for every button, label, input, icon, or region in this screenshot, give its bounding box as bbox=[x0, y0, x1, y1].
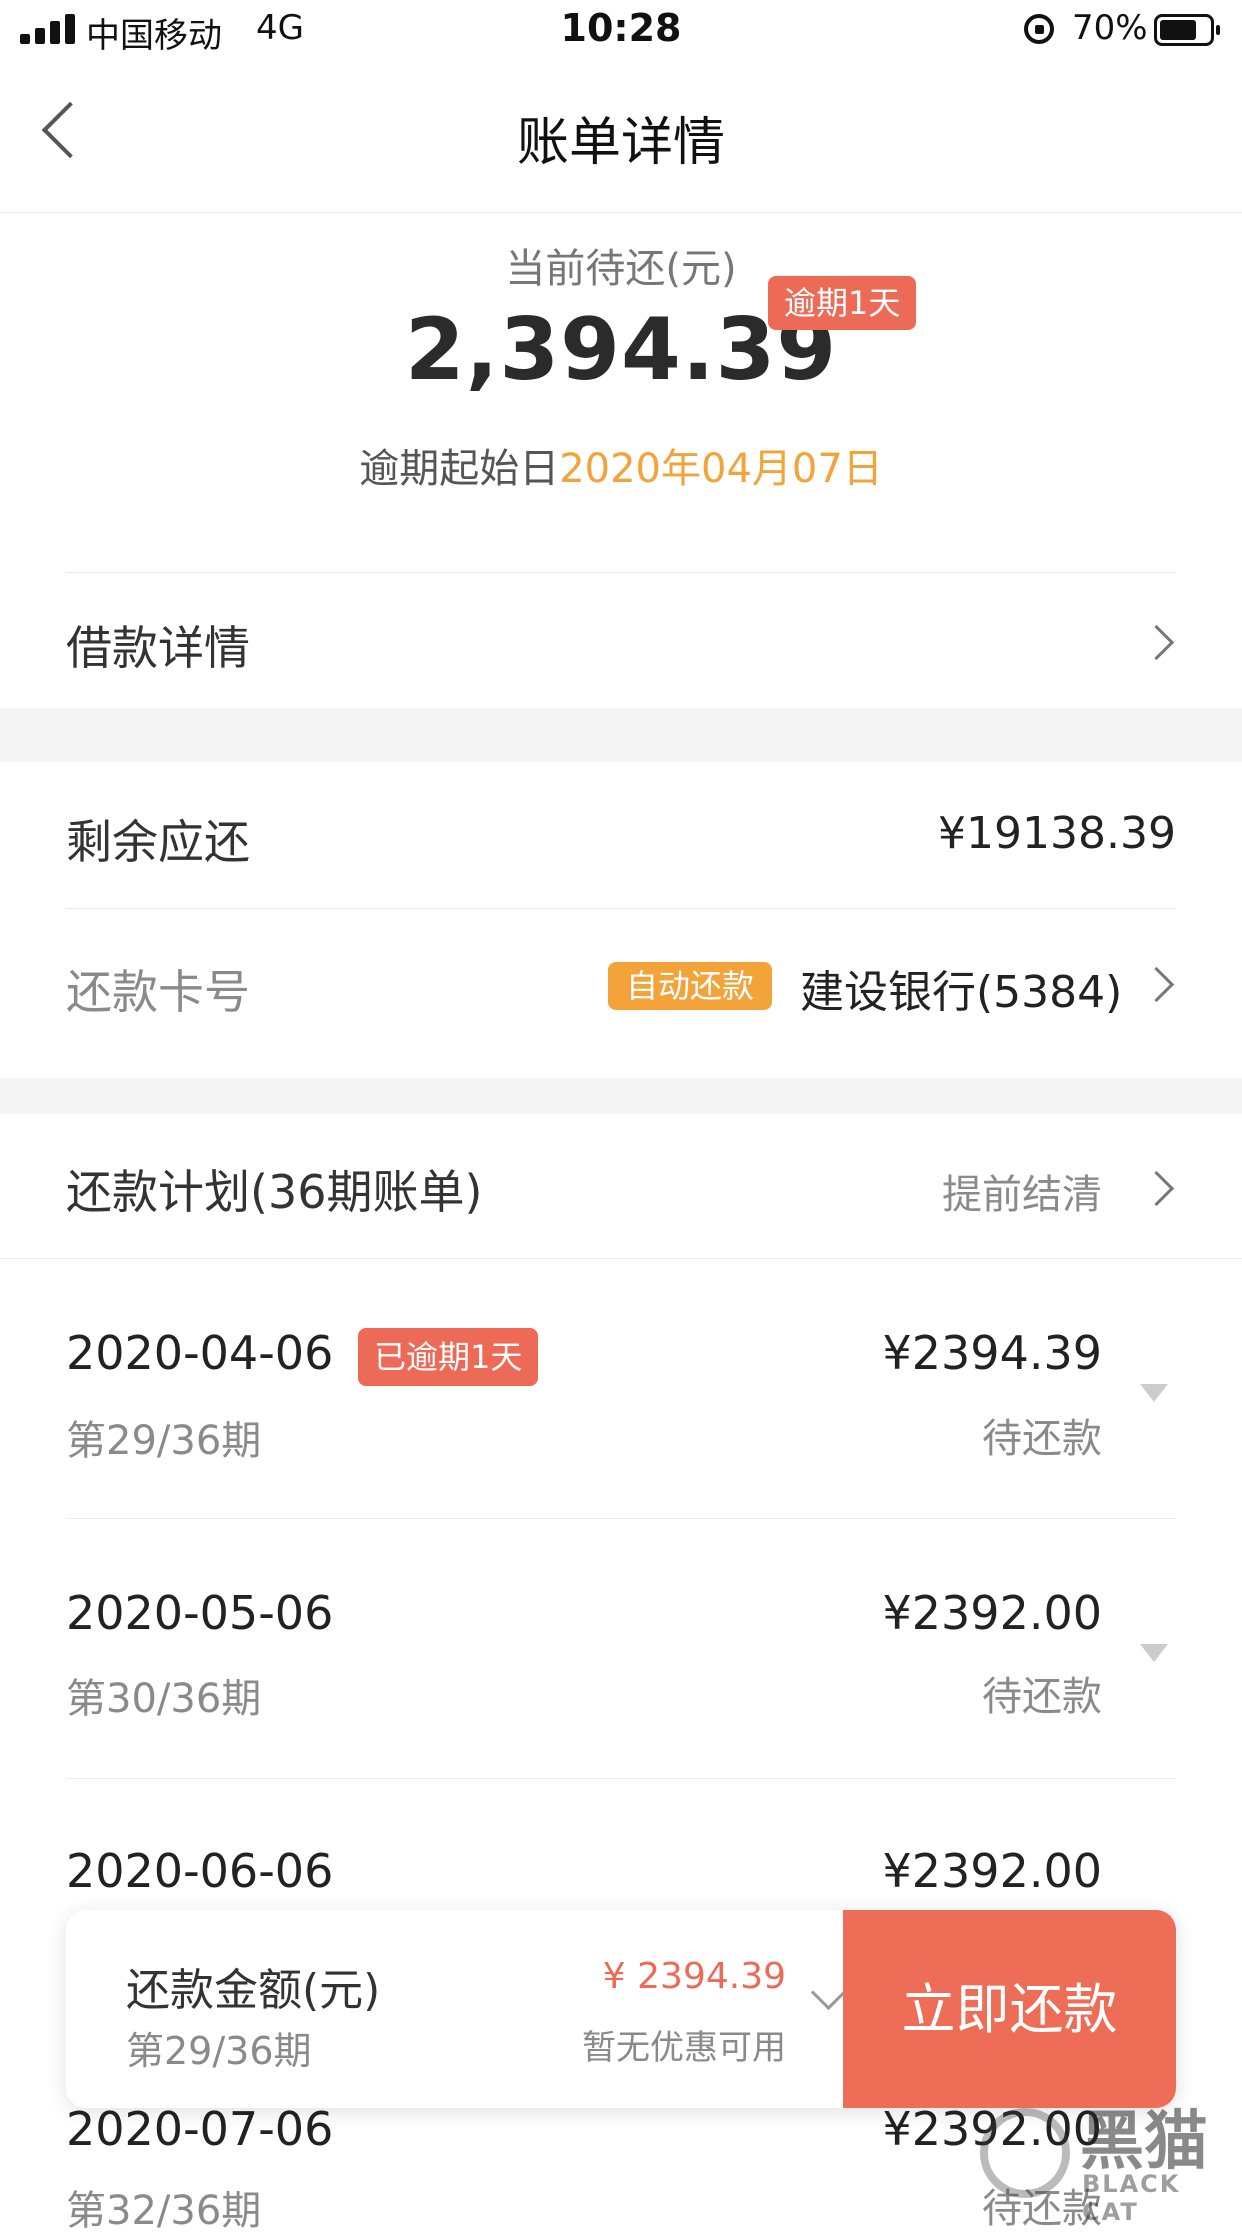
cat-logo-icon bbox=[980, 2108, 1070, 2198]
expand-triangle-icon[interactable] bbox=[1140, 1384, 1168, 1402]
status-time: 10:28 bbox=[560, 6, 682, 50]
black-cat-watermark: 黑猫 BLACK CAT bbox=[980, 2090, 1240, 2226]
plan-title: 还款计划(36期账单) bbox=[66, 1165, 483, 1219]
plan-item-amount: ¥2394.39 bbox=[882, 1326, 1103, 1380]
plan-item-29[interactable] bbox=[0, 1260, 1242, 1518]
overdue-start-label: 逾期起始日 bbox=[359, 446, 560, 492]
auto-repay-badge: 自动还款 bbox=[608, 962, 772, 1010]
divider bbox=[66, 1518, 1176, 1519]
plan-item-date: 2020-05-06 bbox=[66, 1586, 334, 1640]
remaining-label: 剩余应还 bbox=[66, 815, 250, 869]
divider bbox=[0, 1258, 1242, 1259]
rotation-lock-icon bbox=[1024, 14, 1054, 44]
watermark-sub: BLACK CAT bbox=[1082, 2170, 1181, 2226]
repay-amount-label: 还款金额(元) bbox=[126, 1965, 381, 2016]
overdue-badge: 逾期1天 bbox=[768, 276, 917, 330]
plan-item-30[interactable] bbox=[0, 1520, 1242, 1778]
pending-label: 当前待还(元) bbox=[505, 246, 737, 292]
divider bbox=[66, 572, 1176, 573]
plan-item-date: 2020-06-06 bbox=[66, 1844, 334, 1898]
plan-item-status: 待还款 bbox=[982, 1416, 1102, 1462]
battery-icon bbox=[1154, 14, 1220, 46]
section-gap bbox=[0, 1078, 1242, 1114]
plan-item-date: 2020-04-06 bbox=[66, 1326, 334, 1380]
plan-item-period: 第29/36期 bbox=[66, 1418, 262, 1464]
watermark-text: 黑猫 bbox=[1080, 2105, 1208, 2179]
bank-card: 建设银行(5384) bbox=[800, 967, 1123, 1018]
chevron-down-icon[interactable] bbox=[810, 1974, 847, 2011]
early-settle-link[interactable]: 提前结清 bbox=[880, 1162, 1102, 1220]
repay-period: 第29/36期 bbox=[126, 2029, 312, 2073]
plan-item-status: 待还款 bbox=[982, 1674, 1102, 1720]
overdue-start-date: 2020年04月07日 bbox=[559, 446, 883, 492]
divider bbox=[66, 1778, 1176, 1779]
repay-card-label: 还款卡号 bbox=[66, 965, 250, 1019]
section-gap bbox=[0, 708, 1242, 762]
loan-details-label: 借款详情 bbox=[66, 621, 250, 675]
plan-item-period: 第30/36期 bbox=[66, 1676, 262, 1722]
battery-percent: 70% bbox=[1072, 8, 1148, 48]
plan-item-period: 第32/36期 bbox=[66, 2188, 262, 2234]
discount-text: 暂无优惠可用 bbox=[582, 2028, 786, 2068]
overdue-badge: 已逾期1天 bbox=[358, 1328, 539, 1386]
repay-now-button[interactable]: 立即还款 bbox=[843, 1910, 1176, 2108]
overdue-start-line: 逾期起始日2020年04月07日 bbox=[0, 436, 1242, 494]
remaining-value: ¥19138.39 bbox=[938, 808, 1176, 859]
divider bbox=[66, 908, 1176, 909]
page-title: 账单详情 bbox=[516, 113, 725, 173]
pending-amount: 2,394.39 bbox=[404, 300, 838, 400]
plan-item-amount: ¥2392.00 bbox=[882, 1586, 1103, 1640]
status-bar: 中国移动 4G 10:28 70% bbox=[0, 0, 1242, 62]
chevron-right-icon bbox=[1138, 1170, 1175, 1207]
repay-bar: 还款金额(元) 第29/36期 ¥ 2394.39 暂无优惠可用 立即还款 bbox=[66, 1910, 1176, 2108]
plan-item-date: 2020-07-06 bbox=[66, 2102, 334, 2156]
plan-item-amount: ¥2392.00 bbox=[882, 1844, 1103, 1898]
repay-amount: ¥ 2394.39 bbox=[602, 1956, 786, 1997]
expand-triangle-icon[interactable] bbox=[1140, 1644, 1168, 1662]
